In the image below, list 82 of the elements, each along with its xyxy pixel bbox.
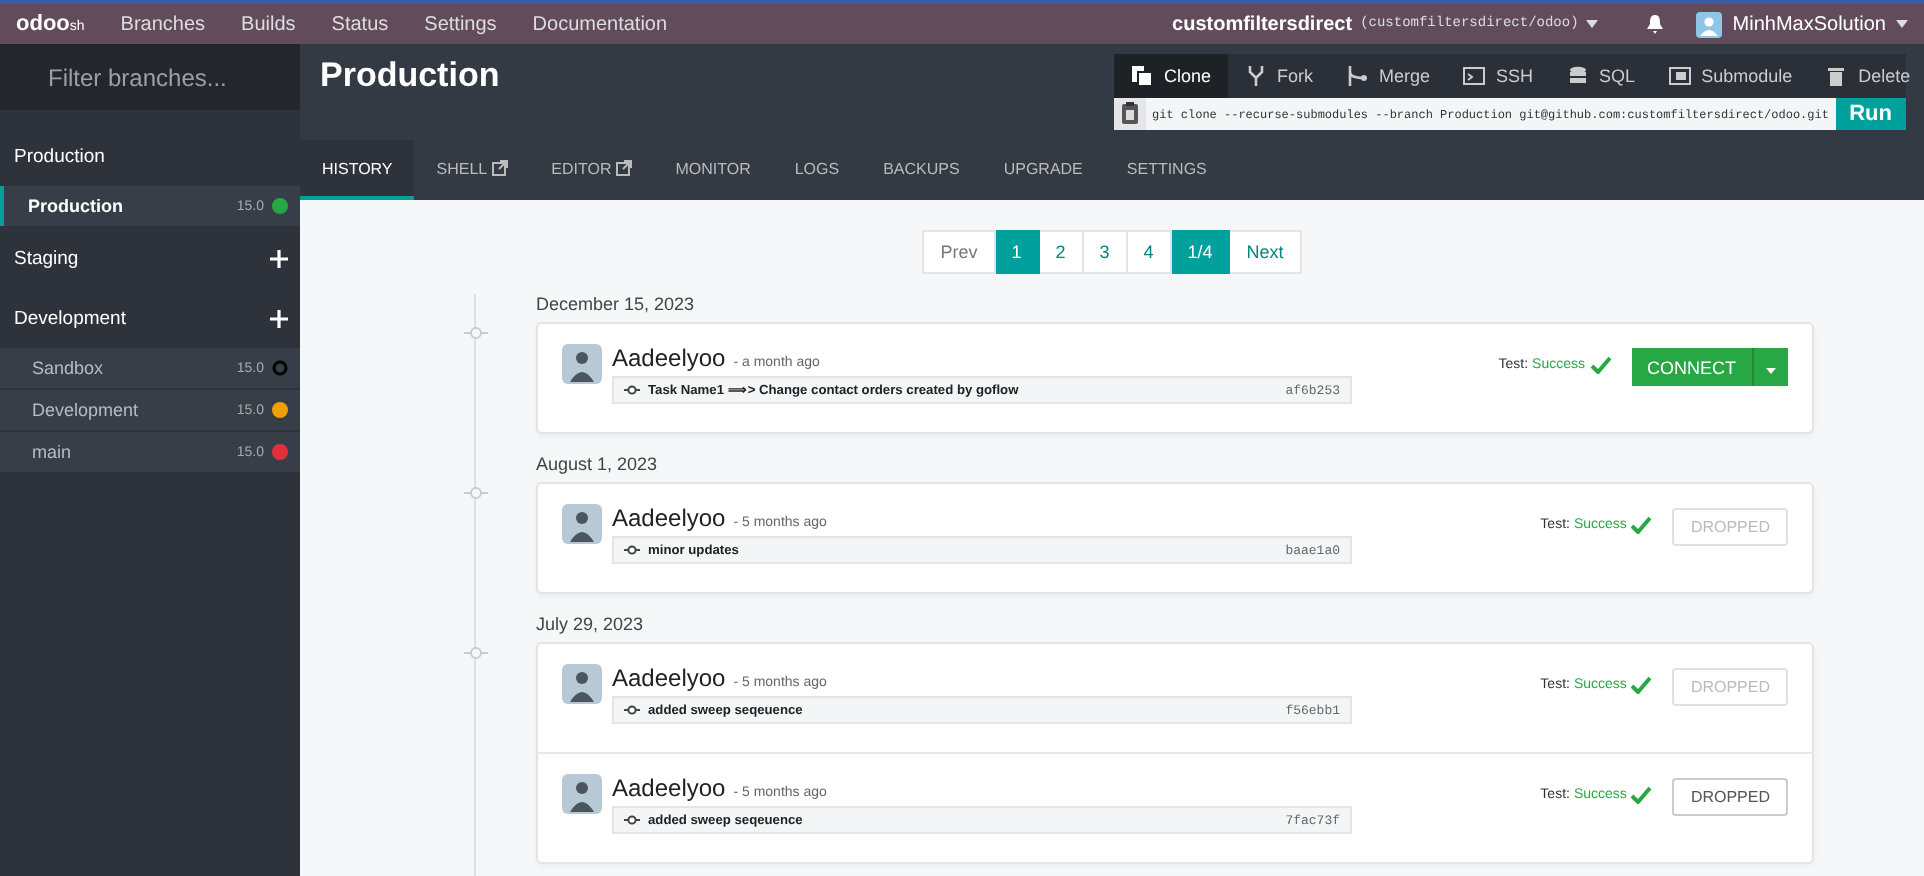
- action-button[interactable]: Fork: [1227, 54, 1330, 98]
- section-title: Staging: [14, 247, 79, 269]
- section-title: Production: [14, 145, 105, 167]
- branch-name: main: [32, 442, 74, 462]
- branch-name: Production: [28, 196, 125, 216]
- page-button[interactable]: 1: [995, 230, 1040, 274]
- user-menu[interactable]: MinhMaxSolution: [1696, 11, 1908, 37]
- page-button[interactable]: 1/4: [1171, 230, 1231, 274]
- tab[interactable]: HISTORY: [300, 140, 415, 200]
- tab[interactable]: SHELL: [414, 140, 530, 200]
- tab[interactable]: BACKUPS: [861, 140, 982, 200]
- page-title: Production: [320, 56, 500, 98]
- page-button[interactable]: Prev: [922, 230, 996, 274]
- avatar-placeholder: [562, 664, 602, 704]
- page-button[interactable]: 2: [1039, 230, 1084, 274]
- external-link-icon: [491, 160, 508, 176]
- project-name: customfiltersdirect: [1172, 13, 1353, 35]
- tab[interactable]: LOGS: [772, 140, 862, 200]
- check-icon: [1630, 786, 1653, 804]
- tab[interactable]: MONITOR: [653, 140, 773, 200]
- submodule-icon: [1667, 64, 1692, 88]
- branch-name: Sandbox: [32, 358, 106, 378]
- action-button[interactable]: Clone: [1114, 54, 1228, 98]
- plus-icon[interactable]: [270, 249, 288, 267]
- tab[interactable]: EDITOR: [529, 140, 654, 200]
- caret-icon: [1766, 367, 1776, 373]
- dropped-button[interactable]: DROPPED: [1672, 778, 1788, 816]
- check-icon: [1589, 356, 1611, 374]
- plus-icon[interactable]: [270, 309, 288, 327]
- clone-icon: [1130, 64, 1154, 88]
- dropdown-button[interactable]: [1752, 348, 1788, 386]
- database-icon: [1565, 64, 1590, 88]
- action-button[interactable]: SSH: [1446, 54, 1550, 98]
- author-name: Aadeelyoo: [612, 664, 726, 692]
- avatar-placeholder: [562, 504, 602, 544]
- tab[interactable]: UPGRADE: [981, 140, 1105, 200]
- bell-icon[interactable]: [1646, 14, 1665, 34]
- branch-name: Development: [32, 400, 141, 420]
- commit-node-icon: [464, 646, 488, 660]
- logo-text: odoo: [16, 12, 70, 36]
- avatar-placeholder: [562, 774, 602, 814]
- page-button[interactable]: Next: [1230, 230, 1302, 274]
- page-button[interactable]: 3: [1083, 230, 1128, 274]
- commit-icon: [624, 814, 640, 826]
- nav-link[interactable]: Settings: [424, 13, 497, 35]
- commit-icon: [624, 544, 640, 556]
- commit-node-icon: [464, 486, 488, 500]
- author-name: Aadeelyoo: [612, 344, 726, 372]
- run-button[interactable]: Run: [1835, 98, 1906, 130]
- nav-link[interactable]: Builds: [241, 13, 296, 35]
- action-button[interactable]: Submodule: [1651, 54, 1809, 98]
- date-heading: July 29, 2023: [536, 614, 644, 634]
- page-button[interactable]: 4: [1127, 230, 1172, 274]
- caret-icon: [1586, 20, 1599, 28]
- external-link-icon: [615, 160, 632, 176]
- trash-icon: [1824, 64, 1849, 88]
- commit-icon: [624, 704, 640, 716]
- avatar-icon: [1696, 11, 1723, 37]
- connect-button[interactable]: CONNECT: [1631, 348, 1752, 386]
- action-button[interactable]: Merge: [1329, 54, 1447, 98]
- fork-icon: [1243, 64, 1268, 88]
- check-icon: [1630, 676, 1653, 694]
- date-heading: December 15, 2023: [536, 294, 695, 314]
- nav-link[interactable]: Branches: [120, 13, 206, 35]
- commit-icon: [624, 384, 640, 396]
- user-name: MinhMaxSolution: [1732, 13, 1886, 35]
- avatar-placeholder: [562, 344, 602, 384]
- author-name: Aadeelyoo: [612, 774, 726, 802]
- nav-link[interactable]: Documentation: [532, 13, 668, 35]
- tab[interactable]: SETTINGS: [1104, 140, 1229, 200]
- check-icon: [1630, 516, 1653, 534]
- section-title: Development: [14, 307, 126, 329]
- author-name: Aadeelyoo: [612, 504, 726, 532]
- date-heading: August 1, 2023: [536, 454, 658, 474]
- filter-field[interactable]: Filter branches...: [0, 44, 300, 110]
- caret-icon: [1896, 20, 1908, 28]
- nav-link[interactable]: Status: [331, 13, 389, 35]
- merge-icon: [1345, 64, 1370, 88]
- action-button[interactable]: Delete: [1808, 54, 1924, 98]
- commit-node-icon: [464, 326, 488, 340]
- terminal-icon: [1462, 64, 1487, 88]
- action-button[interactable]: SQL: [1549, 54, 1652, 98]
